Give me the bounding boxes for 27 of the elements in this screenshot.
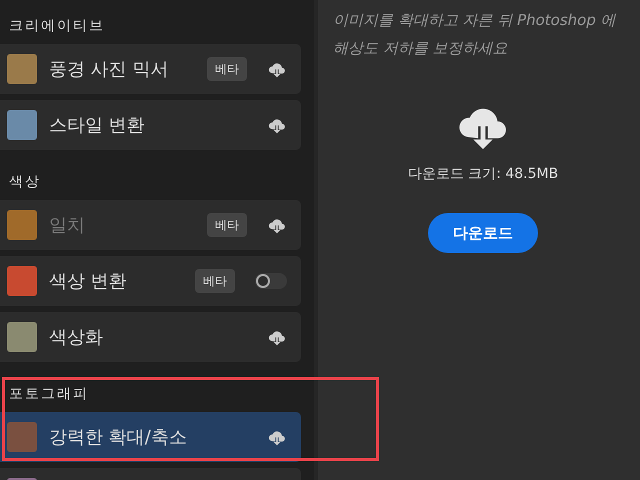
filter-list-item[interactable]: 스타일 변환 [0,100,301,150]
photo-placeholder [7,54,37,84]
toggle-switch[interactable] [255,273,287,289]
filter-name: 색상화 [49,326,104,350]
filter-list-item[interactable]: 색상 변환 베타 [0,256,301,306]
filter-list-item[interactable]: 풍경 사진 믹서 베타 [0,44,301,94]
filter-name: 일치 [49,214,86,238]
section-heading: 포토그래피 [8,385,90,404]
filter-list-item[interactable]: 색상화 [0,312,301,362]
filter-name: 색상 변환 [49,270,128,294]
beta-badge: 베타 [195,269,235,293]
beta-badge: 베타 [207,213,247,237]
photo-placeholder [7,210,37,240]
filter-name: 풍경 사진 믹서 [49,58,170,82]
filter-name: 스타일 변환 [49,114,146,138]
section-heading: 크리에이티브 [8,17,106,36]
download-size-text: 다운로드 크기: 48.5MB [408,165,558,184]
photo-placeholder [7,266,37,296]
photo-placeholder [7,322,37,352]
beta-badge: 베타 [207,57,247,81]
filter-list-item[interactable]: 강력한 확대/축소 [0,412,301,462]
download-button[interactable]: 다운로드 [428,213,538,253]
photo-placeholder [7,110,37,140]
filter-name: 강력한 확대/축소 [49,426,188,450]
section-heading: 색상 [8,173,42,192]
photo-placeholder [7,422,37,452]
description-text: 이미지를 확대하고 자른 뒤 Photoshop 에 해상도 저하를 보정하세요 [333,10,617,59]
